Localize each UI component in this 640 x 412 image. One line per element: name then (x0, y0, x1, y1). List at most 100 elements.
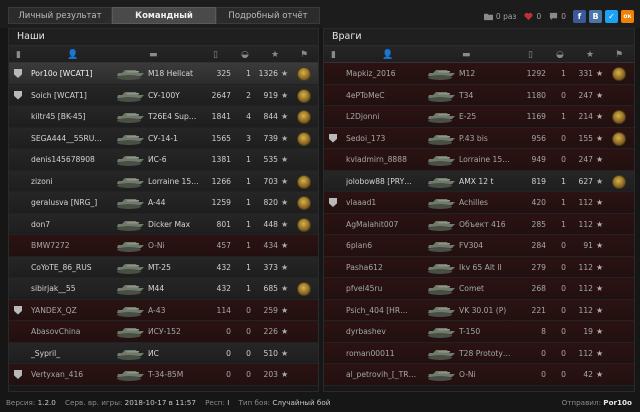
player-name[interactable]: SEGA444__55RU… (31, 128, 111, 149)
player-row[interactable]: Pasha612 Ikv 65 Alt II 279 0 112 ★ (324, 256, 634, 278)
exp-value: 373 (263, 262, 279, 272)
damage-value: 1259 (211, 198, 231, 207)
exp-column-icon[interactable]: ★ (586, 50, 594, 60)
player-name[interactable]: YANDEX_QZ (31, 300, 111, 321)
player-row[interactable]: 4ePToMeC T34 1180 0 247 ★ (324, 84, 634, 106)
medal-icon[interactable] (612, 110, 626, 124)
player-name[interactable]: kvladmirn_8888 (346, 149, 426, 170)
player-row[interactable]: Soich [WCAT1] СУ-100Y 2647 2 919 ★ (9, 84, 318, 106)
player-name[interactable]: 4ePToMeC (346, 85, 426, 106)
twitter-share-button[interactable]: ✓ (605, 9, 618, 23)
player-row[interactable]: geralusva [NRG_] A-44 1259 1 820 ★ (9, 192, 318, 214)
player-name[interactable]: don7 (31, 214, 111, 235)
player-row[interactable]: zizoni Lorraine 15… 1266 1 703 ★ (9, 170, 318, 192)
player-name[interactable]: Psich_404 [HR… (346, 300, 426, 321)
player-row[interactable]: don7 Dicker Max 801 1 448 ★ (9, 213, 318, 235)
odnoklassniki-share-button[interactable]: ок (621, 9, 634, 23)
player-row[interactable]: AbasovChina ИСУ-152 0 0 226 ★ (9, 321, 318, 343)
vk-share-button[interactable]: В (589, 9, 602, 23)
player-row[interactable]: roman00011 T28 Prototy… 0 0 112 ★ (324, 342, 634, 364)
medal-icon[interactable] (612, 67, 626, 81)
player-row[interactable]: jolobow88 [PRY… AMX 12 t 819 1 627 ★ (324, 170, 634, 192)
player-column-icon[interactable]: 👤 (382, 50, 393, 60)
tank-icon (424, 65, 458, 82)
player-name[interactable]: Pasha612 (346, 257, 426, 278)
comment-icon[interactable] (549, 12, 558, 21)
player-row[interactable]: BMW7272 O-Ni 457 1 434 ★ (9, 235, 318, 257)
kills-value: 0 (246, 305, 251, 315)
kills-column-icon[interactable]: ◒ (556, 50, 564, 60)
player-name[interactable]: Soich [WCAT1] (31, 85, 111, 106)
damage-column-icon[interactable]: ▯ (528, 50, 533, 60)
player-row[interactable]: Mapkiz_2016 M12 1292 1 331 ★ (324, 63, 634, 85)
player-row[interactable]: sibirjak__55 M44 432 1 685 ★ (9, 278, 318, 300)
sender-info: Отправил: Por10o (562, 394, 632, 412)
player-row[interactable]: pfvel45ru Comet 268 0 112 ★ (324, 278, 634, 300)
player-name[interactable]: kiltr45 [BK-45] (31, 106, 111, 127)
player-row[interactable]: SEGA444__55RU… СУ-14-1 1565 3 739 ★ (9, 127, 318, 149)
player-name[interactable]: vlaaad1 (346, 192, 426, 213)
player-row[interactable]: L2Djonni E-25 1169 1 214 ★ (324, 106, 634, 128)
player-row[interactable]: Vertyxan_416 T-34-85M 0 0 203 ★ (9, 364, 318, 386)
player-name[interactable]: Vertyxan_416 (31, 364, 111, 385)
medal-icon[interactable] (297, 196, 311, 210)
player-name[interactable]: sibirjak__55 (31, 278, 111, 299)
player-name[interactable]: AgMalahit007 (346, 214, 426, 235)
player-row[interactable]: kvladmirn_8888 Lorraine 15… 949 0 247 ★ (324, 149, 634, 171)
medal-icon[interactable] (297, 110, 311, 124)
player-name[interactable]: denis145678908 (31, 149, 111, 170)
medal-icon[interactable] (297, 282, 311, 296)
tank-column-icon[interactable]: ▬ (149, 50, 158, 60)
kills-column-icon[interactable]: ◒ (241, 50, 249, 60)
player-name[interactable]: _Sypril_ (31, 343, 111, 364)
medal-icon[interactable] (297, 88, 311, 103)
folder-icon (483, 13, 493, 20)
player-name[interactable]: L2Djonni (346, 106, 426, 127)
tab-bar: Личный результат Командный результат Под… (0, 0, 640, 38)
medal-icon[interactable] (297, 67, 311, 81)
facebook-share-button[interactable]: f (573, 9, 586, 23)
player-name[interactable]: geralusva [NRG_] (31, 192, 111, 213)
medal-icon[interactable] (297, 174, 311, 189)
player-row[interactable]: vlaaad1 Achilles 420 1 112 ★ (324, 192, 634, 214)
player-name[interactable]: 6plan6 (346, 235, 426, 256)
player-row[interactable]: Psich_404 [HR… VK 30.01 (P) 221 0 112 ★ (324, 299, 634, 321)
player-name[interactable]: dyrbashev (346, 321, 426, 342)
player-name[interactable]: Por10o [WCAT1] (31, 63, 111, 84)
player-name[interactable]: jolobow88 [PRY… (346, 171, 426, 192)
player-name[interactable]: al_petrovih_[_TR… (346, 364, 426, 385)
player-row[interactable]: _Sypril_ ИС 0 0 510 ★ (9, 342, 318, 364)
player-row[interactable]: YANDEX_QZ A-43 114 0 259 ★ (9, 299, 318, 321)
medal-icon[interactable] (297, 217, 311, 232)
player-row[interactable]: denis145678908 ИС-6 1381 1 535 ★ (9, 149, 318, 171)
player-name[interactable]: CoYoTE_86_RUS (31, 257, 111, 278)
player-row[interactable]: kiltr45 [BK-45] T26E4 Sup… 1841 4 844 ★ (9, 106, 318, 128)
heart-icon[interactable] (524, 12, 533, 21)
kills-value: 0 (561, 133, 566, 143)
player-row[interactable]: dyrbashev T-150 8 0 19 ★ (324, 321, 634, 343)
tab-team-result[interactable]: Командный результат (112, 7, 216, 38)
tank-icon (113, 216, 147, 233)
player-name[interactable]: Mapkiz_2016 (346, 63, 426, 84)
tab-personal-result[interactable]: Личный результат (8, 7, 112, 24)
player-row[interactable]: AgMalahit007 Объект 416 285 1 112 ★ (324, 213, 634, 235)
player-column-icon[interactable]: 👤 (67, 50, 78, 60)
player-name[interactable]: roman00011 (346, 343, 426, 364)
exp-column-icon[interactable]: ★ (271, 50, 279, 60)
tab-detailed-report[interactable]: Подробный отчёт (216, 7, 320, 24)
medal-icon[interactable] (612, 174, 626, 189)
player-row[interactable]: Por10o [WCAT1] M18 Hellcat 325 1 1326 ★ (9, 63, 318, 85)
player-row[interactable]: CoYoTE_86_RUS MT-25 432 1 373 ★ (9, 256, 318, 278)
player-name[interactable]: pfvel45ru (346, 278, 426, 299)
tank-column-icon[interactable]: ▬ (462, 50, 471, 60)
player-name[interactable]: zizoni (31, 171, 111, 192)
damage-column-icon[interactable]: ▯ (213, 50, 218, 60)
player-row[interactable]: 6plan6 FV304 284 0 91 ★ (324, 235, 634, 257)
player-name[interactable]: BMW7272 (31, 235, 111, 256)
player-name[interactable]: Sedoi_173 (346, 128, 426, 149)
player-row[interactable]: Sedoi_173 P.43 bis 956 0 155 ★ (324, 127, 634, 149)
player-name[interactable]: AbasovChina (31, 321, 111, 342)
player-row[interactable]: al_petrovih_[_TR… O-Ni 0 0 42 ★ (324, 364, 634, 386)
medal-icon[interactable] (297, 131, 311, 146)
medal-icon[interactable] (612, 131, 626, 146)
